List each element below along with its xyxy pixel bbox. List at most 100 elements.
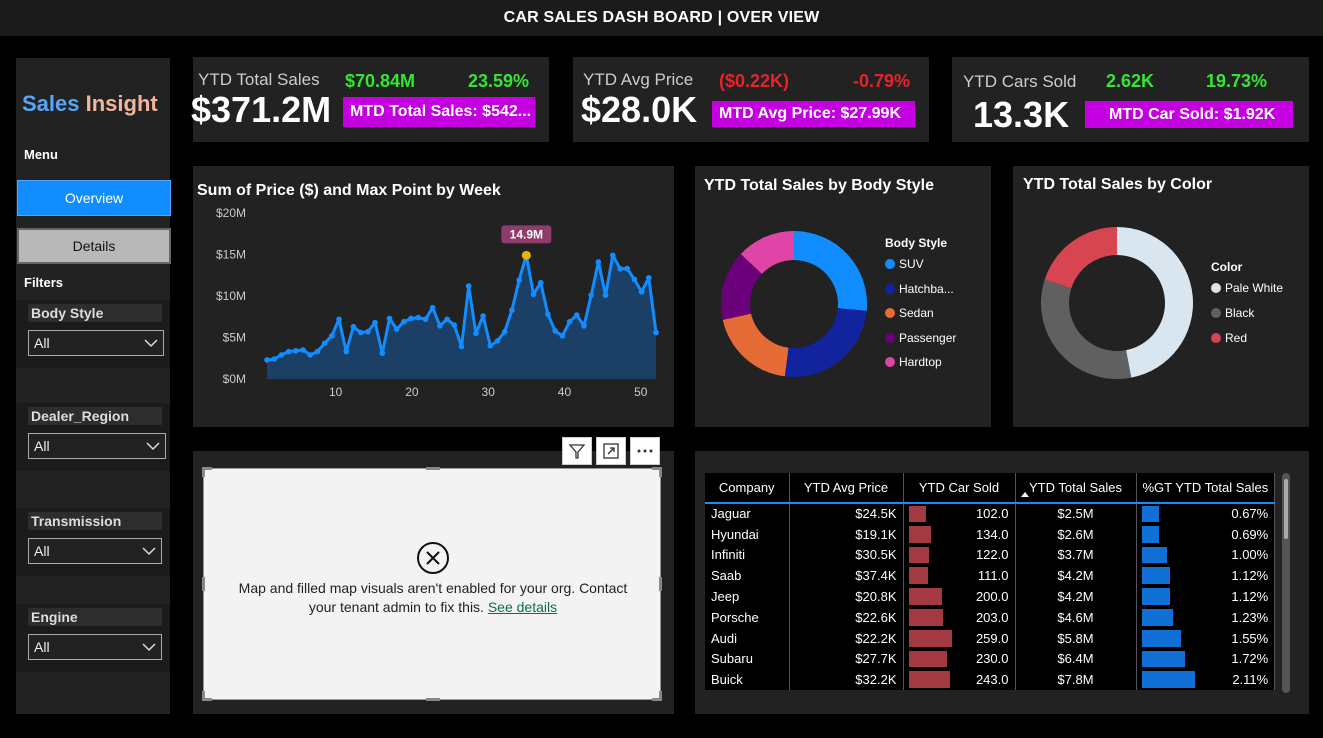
cell-avg-price: $22.6K [789, 606, 904, 628]
data-bar [1141, 546, 1167, 564]
data-point [473, 330, 479, 337]
resize-handle[interactable] [659, 691, 662, 701]
resize-handle[interactable] [202, 691, 205, 701]
resize-handle[interactable] [426, 698, 440, 701]
dashboard-title: CAR SALES DASH BOARD | OVER VIEW [503, 9, 820, 26]
legend-item[interactable]: SUV [885, 257, 924, 271]
color-donut[interactable] [1013, 166, 1309, 427]
body-style-dropdown[interactable]: All [28, 330, 164, 356]
column-header-avg-price[interactable]: YTD Avg Price [789, 473, 904, 504]
focus-mode-icon[interactable] [596, 437, 626, 465]
table-row[interactable]: Porsche $22.6K 203.0 $4.6M 1.23% [705, 606, 1276, 628]
kpi-cars-sold: YTD Cars Sold 13.3K 2.62K 19.73% MTD Car… [952, 57, 1309, 142]
data-point [501, 328, 508, 335]
cell-avg-price-text: $19.1K [855, 526, 897, 542]
kpi-pct-change: -0.79% [853, 71, 911, 91]
table-row[interactable]: Infiniti $30.5K 122.0 $3.7M 1.00% [705, 544, 1276, 566]
table-row[interactable]: Audi $22.2K 259.0 $5.8M 1.55% [705, 627, 1276, 649]
mtd-badge: MTD Avg Price: $27.99K [712, 101, 915, 127]
column-header-pct-gt[interactable]: %GT YTD Total Sales [1136, 473, 1276, 504]
table-row[interactable]: Subaru $27.7K 230.0 $6.4M 1.72% [705, 648, 1276, 670]
legend-item[interactable]: Black [1211, 306, 1254, 320]
cell-pct-gt: 2.11% [1136, 669, 1276, 691]
cell-avg-price-text: $22.6K [855, 609, 897, 625]
table-header-row: Company YTD Avg Price YTD Car Sold YTD T… [705, 473, 1276, 504]
table-row[interactable]: Buick $32.2K 243.0 $7.8M 2.11% [705, 669, 1276, 691]
cell-car-sold: 259.0 [903, 627, 1016, 649]
cell-avg-price-text: $24.5K [855, 506, 897, 522]
kpi-avg-price: YTD Avg Price $28.0K ($0.22K) -0.79% MTD… [573, 57, 929, 142]
resize-handle[interactable] [659, 577, 662, 591]
data-point [278, 352, 285, 358]
cell-avg-price: $27.7K [789, 648, 904, 670]
data-point [494, 338, 501, 344]
map-placeholder[interactable]: Map and filled map visuals aren't enable… [202, 467, 662, 701]
filter-icon[interactable] [562, 437, 592, 465]
legend-item[interactable]: Sedan [885, 306, 934, 320]
cell-total-sales-text: $4.2M [1057, 568, 1094, 584]
y-tick-label: $15M [216, 248, 246, 262]
data-bar [908, 629, 952, 647]
resize-handle[interactable] [426, 467, 440, 470]
data-point [437, 323, 443, 329]
table-scrollbar-thumb[interactable] [1284, 479, 1288, 539]
data-point [451, 322, 458, 328]
data-bar [1141, 588, 1170, 605]
resize-handle[interactable] [202, 577, 205, 591]
slicer-title: Body Style [28, 304, 162, 322]
cell-avg-price: $32.2K [789, 669, 904, 691]
details-button[interactable]: Details [17, 228, 171, 264]
legend-item[interactable]: Hatchba... [885, 282, 954, 296]
cell-company: Porsche [705, 606, 790, 628]
column-header-car-sold[interactable]: YTD Car Sold [903, 473, 1016, 504]
table-row[interactable]: Saab $37.4K 111.0 $4.2M 1.12% [705, 565, 1276, 587]
legend-item[interactable]: Passenger [885, 331, 956, 345]
cell-total-sales: $7.8M [1015, 669, 1137, 691]
resize-handle[interactable] [659, 467, 662, 477]
column-header-total-sales-label: YTD Total Sales [1029, 480, 1122, 495]
table-row[interactable]: Jaguar $24.5K 102.0 $2.5M 0.67% [705, 503, 1276, 524]
legend-label: Passenger [899, 330, 957, 345]
legend-item[interactable]: Red [1211, 331, 1247, 345]
column-header-company[interactable]: Company [705, 473, 790, 504]
map-message-line-1: Map and filled map visuals aren't enable… [238, 580, 628, 596]
overview-button[interactable]: Overview [17, 180, 171, 216]
cell-pct-gt: 1.55% [1136, 627, 1276, 649]
data-bar [908, 567, 928, 585]
map-message-line-2: your tenant admin to fix this. [308, 599, 484, 615]
map-error-message: Map and filled map visuals aren't enable… [204, 579, 662, 617]
body-style-donut[interactable] [695, 166, 991, 427]
data-point [465, 283, 472, 289]
more-options-icon[interactable] [630, 437, 660, 465]
table-row[interactable]: Hyundai $19.1K 134.0 $2.6M 0.69% [705, 523, 1276, 545]
line-chart[interactable]: $0M $5M $10M $15M $20M 10 20 30 40 50 14.9M [193, 166, 674, 427]
legend-item[interactable]: Hardtop [885, 355, 942, 369]
cell-car-sold: 203.0 [903, 606, 1016, 628]
transmission-dropdown[interactable]: All [28, 538, 162, 564]
donut-slice-black [1041, 279, 1132, 379]
resize-handle[interactable] [202, 467, 205, 477]
legend-item[interactable]: Pale White [1211, 281, 1283, 295]
app-logo: Sales Insight [22, 91, 158, 117]
cell-pct-gt-text: 2.11% [1232, 672, 1269, 688]
donut-slice-hatchback [784, 308, 867, 377]
legend-label: Sedan [899, 306, 934, 320]
data-point [537, 279, 544, 286]
cell-car-sold-text: 230.0 [975, 651, 1009, 667]
cell-car-sold-text: 259.0 [975, 630, 1009, 646]
column-header-total-sales[interactable]: YTD Total Sales [1015, 473, 1137, 504]
engine-dropdown[interactable]: All [28, 634, 162, 660]
cell-pct-gt-text: 1.55% [1231, 630, 1269, 646]
data-point [357, 329, 364, 336]
see-details-link[interactable]: See details [488, 599, 557, 615]
cell-pct-gt-text: 1.12% [1231, 589, 1269, 605]
dealer-region-dropdown[interactable]: All [28, 433, 166, 459]
legend-dot [885, 332, 895, 343]
cell-avg-price: $20.8K [789, 586, 904, 607]
kpi-total-sales: YTD Total Sales $371.2M $70.84M 23.59% M… [191, 57, 549, 142]
logo-part-1: Sales [22, 91, 80, 116]
cell-pct-gt-text: 1.72% [1231, 651, 1269, 667]
cell-company: Jeep [705, 586, 790, 607]
kpi-value: $28.0K [581, 89, 698, 130]
table-row[interactable]: Jeep $20.8K 200.0 $4.2M 1.12% [705, 586, 1276, 607]
